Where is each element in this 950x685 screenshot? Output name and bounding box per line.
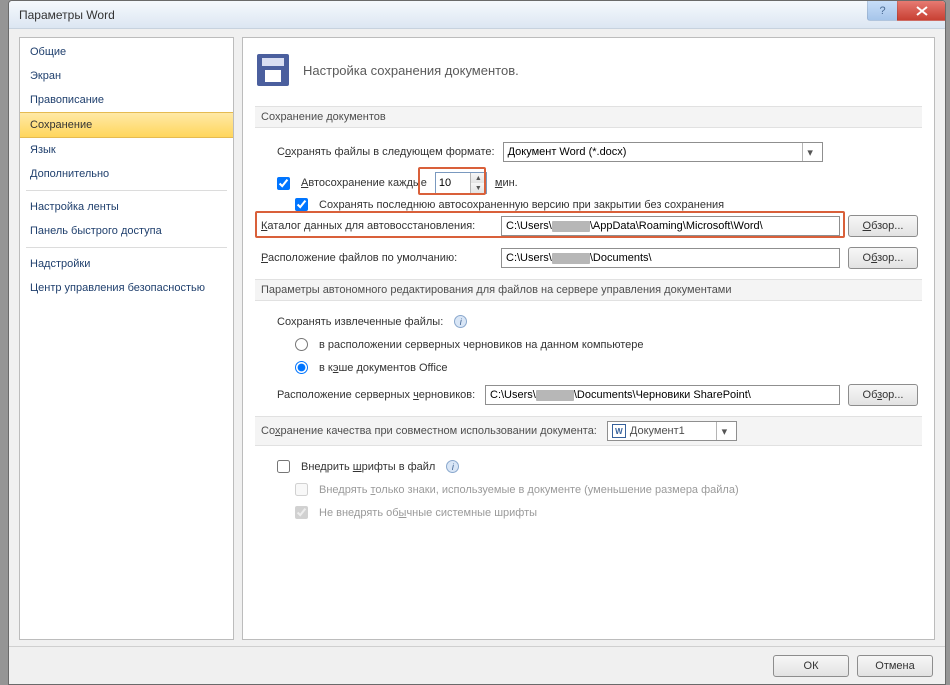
info-icon[interactable]: i bbox=[446, 460, 459, 473]
embed-only-used-checkbox bbox=[295, 483, 308, 496]
no-system-fonts-checkbox bbox=[295, 506, 308, 519]
server-drafts-label: Расположение серверных черновиков: bbox=[277, 389, 477, 401]
default-location-label: Расположение файлов по умолчанию: bbox=[261, 252, 493, 264]
server-drafts-browse-button[interactable]: Обзор... bbox=[848, 384, 918, 406]
sidebar-item-customize-ribbon[interactable]: Настройка ленты bbox=[20, 195, 233, 219]
section-preserve-fidelity: Сохранение качества при совместном испол… bbox=[255, 416, 922, 446]
close-button[interactable] bbox=[897, 1, 945, 21]
chevron-down-icon: ▾ bbox=[716, 422, 732, 440]
sidebar-item-general[interactable]: Общие bbox=[20, 40, 233, 64]
titlebar: Параметры Word ? bbox=[9, 1, 945, 29]
embed-only-used-label: Внедрять только знаки, используемые в до… bbox=[319, 484, 739, 496]
cancel-button[interactable]: Отмена bbox=[857, 655, 933, 677]
word-doc-icon: W bbox=[612, 424, 626, 438]
sidebar-separator bbox=[26, 190, 227, 191]
autorecover-location-label: Каталог данных для автовосстановления: bbox=[261, 220, 493, 232]
sidebar-item-save[interactable]: Сохранение bbox=[20, 112, 233, 138]
autorecover-path-field[interactable]: C:\Users\\AppData\Roaming\Microsoft\Word… bbox=[501, 216, 840, 236]
sidebar-item-display[interactable]: Экран bbox=[20, 64, 233, 88]
sidebar: Общие Экран Правописание Сохранение Язык… bbox=[19, 37, 234, 640]
options-window: Параметры Word ? Общие Экран Правописани… bbox=[8, 0, 946, 685]
fidelity-document-combo[interactable]: WДокумент1 ▾ bbox=[607, 421, 737, 441]
sidebar-separator bbox=[26, 247, 227, 248]
sidebar-item-language[interactable]: Язык bbox=[20, 138, 233, 162]
sidebar-item-advanced[interactable]: Дополнительно bbox=[20, 162, 233, 186]
chevron-down-icon: ▾ bbox=[802, 143, 818, 161]
autorecover-browse-button[interactable]: Обзор... bbox=[848, 215, 918, 237]
keep-last-autosave-checkbox[interactable] bbox=[295, 198, 308, 211]
file-format-value: Документ Word (*.docx) bbox=[508, 146, 627, 158]
radio-office-cache-label: в кэше документов Office bbox=[319, 362, 448, 374]
window-title: Параметры Word bbox=[19, 8, 115, 22]
keep-last-autosave-label: Сохранять последнюю автосохраненную верс… bbox=[319, 199, 724, 211]
sidebar-item-trust-center[interactable]: Центр управления безопасностью bbox=[20, 276, 233, 300]
radio-server-drafts-label: в расположении серверных черновиков на д… bbox=[319, 339, 643, 351]
sidebar-item-addins[interactable]: Надстройки bbox=[20, 252, 233, 276]
autosave-unit: мин. bbox=[495, 177, 518, 189]
info-icon[interactable]: i bbox=[454, 315, 467, 328]
embed-fonts-checkbox[interactable] bbox=[277, 460, 290, 473]
autosave-interval-input[interactable] bbox=[436, 173, 470, 193]
help-button[interactable]: ? bbox=[867, 1, 897, 21]
autosave-interval-spinner[interactable]: ▲▼ bbox=[435, 172, 487, 194]
format-label: Сохранять файлы в следующем формате: bbox=[277, 146, 495, 158]
checkedout-files-label: Сохранять извлеченные файлы: bbox=[277, 316, 443, 328]
dialog-footer: ОК Отмена bbox=[9, 646, 945, 684]
spinner-up-icon[interactable]: ▲ bbox=[471, 173, 486, 183]
content-panel: Настройка сохранения документов. Сохране… bbox=[242, 37, 935, 640]
save-icon bbox=[257, 54, 289, 86]
autosave-label: Автосохранение каждые bbox=[301, 177, 427, 189]
default-location-field[interactable]: C:\Users\\Documents\ bbox=[501, 248, 840, 268]
spinner-down-icon[interactable]: ▼ bbox=[471, 183, 486, 193]
page-title: Настройка сохранения документов. bbox=[303, 63, 519, 78]
sidebar-item-proofing[interactable]: Правописание bbox=[20, 88, 233, 112]
radio-office-cache[interactable] bbox=[295, 361, 308, 374]
embed-fonts-label: Внедрить шрифты в файл bbox=[301, 461, 435, 473]
no-system-fonts-label: Не внедрять обычные системные шрифты bbox=[319, 507, 537, 519]
sidebar-item-quick-access[interactable]: Панель быстрого доступа bbox=[20, 219, 233, 243]
autosave-checkbox[interactable] bbox=[277, 177, 290, 190]
server-drafts-field[interactable]: C:\Users\\Documents\Черновики SharePoint… bbox=[485, 385, 840, 405]
default-location-browse-button[interactable]: Обзор... bbox=[848, 247, 918, 269]
radio-server-drafts[interactable] bbox=[295, 338, 308, 351]
file-format-combo[interactable]: Документ Word (*.docx) ▾ bbox=[503, 142, 823, 162]
section-offline-editing: Параметры автономного редактирования для… bbox=[255, 279, 922, 301]
section-save-documents: Сохранение документов bbox=[255, 106, 922, 128]
ok-button[interactable]: ОК bbox=[773, 655, 849, 677]
